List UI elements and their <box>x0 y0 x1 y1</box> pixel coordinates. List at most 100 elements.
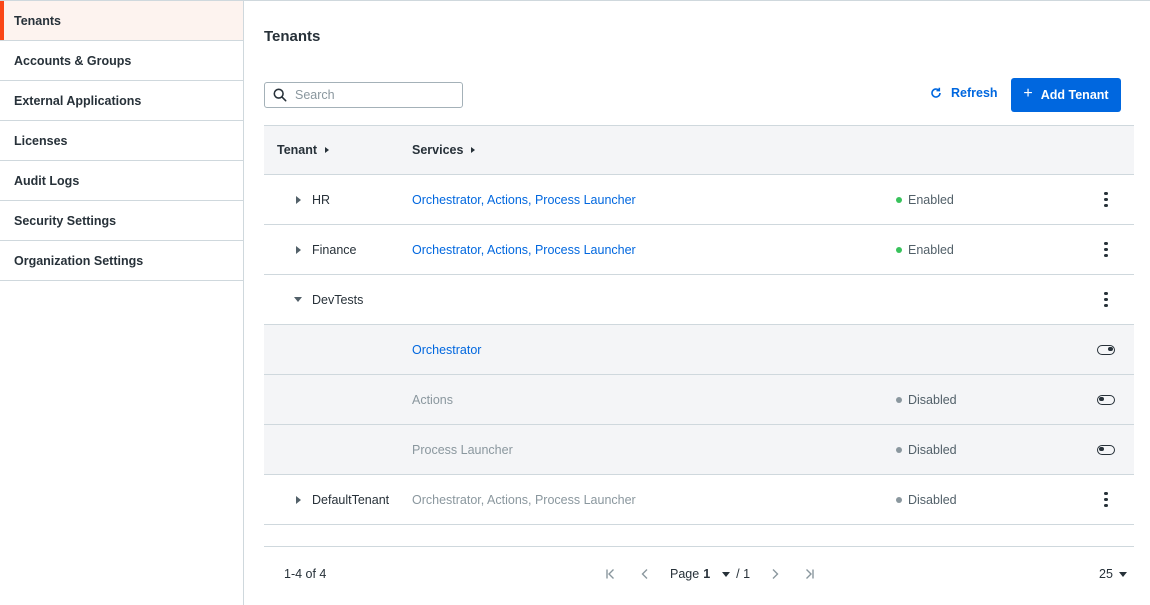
kebab-icon <box>1104 491 1108 508</box>
service-cell: Orchestrator <box>412 325 481 374</box>
table-row: Finance Orchestrator, Actions, Process L… <box>264 225 1134 275</box>
sidebar-item-organization-settings[interactable]: Organization Settings <box>0 241 243 281</box>
services-link[interactable]: Orchestrator, Actions, Process Launcher <box>412 193 636 207</box>
expand-icon[interactable] <box>292 495 304 504</box>
tenant-cell[interactable]: DefaultTenant <box>292 475 389 524</box>
chevron-down-icon <box>722 571 731 577</box>
pagination-bar: 1-4 of 4 Page 1 / 1 25 <box>264 546 1134 601</box>
add-tenant-button[interactable]: + Add Tenant <box>1011 78 1121 112</box>
refresh-icon <box>931 87 941 98</box>
result-count: 1-4 of 4 <box>284 567 327 581</box>
table-header: Tenant Services <box>264 125 1134 175</box>
services-cell: Orchestrator, Actions, Process Launcher <box>412 175 636 224</box>
service-subrow: Actions Disabled <box>264 375 1134 425</box>
sidebar-item-external-applications[interactable]: External Applications <box>0 81 243 121</box>
page-label: Page <box>670 567 700 581</box>
service-link[interactable]: Orchestrator <box>412 343 481 357</box>
table-row: DefaultTenant Orchestrator, Actions, Pro… <box>264 475 1134 525</box>
tenant-name: DevTests <box>312 292 364 307</box>
kebab-icon <box>1104 291 1108 308</box>
table-row: HR Orchestrator, Actions, Process Launch… <box>264 175 1134 225</box>
page-select[interactable] <box>722 571 731 577</box>
service-name: Process Launcher <box>412 442 513 457</box>
page-size-select[interactable]: 25 <box>1099 567 1127 581</box>
sidebar-item-security-settings[interactable]: Security Settings <box>0 201 243 241</box>
page-title: Tenants <box>264 28 321 45</box>
sidebar-item-audit-logs[interactable]: Audit Logs <box>0 161 243 201</box>
column-header-services[interactable]: Services <box>412 143 476 157</box>
status-cell: Enabled <box>896 225 954 274</box>
last-page-icon <box>806 569 814 579</box>
table-row: DevTests <box>264 275 1134 325</box>
expand-icon[interactable] <box>292 245 304 254</box>
next-page-button[interactable] <box>766 565 784 583</box>
status-label: Enabled <box>908 242 954 257</box>
main-content: Tenants Refresh + Add Tenant Tenant Serv… <box>244 0 1150 605</box>
sidebar-item-tenants[interactable]: Tenants <box>0 1 243 41</box>
tenant-cell[interactable]: HR <box>292 175 330 224</box>
sort-caret-icon <box>325 147 330 153</box>
more-options-button[interactable] <box>1092 175 1120 224</box>
sort-caret-icon <box>471 147 476 153</box>
first-page-icon <box>606 569 614 579</box>
more-options-button[interactable] <box>1092 225 1120 274</box>
service-name: Actions <box>412 392 453 407</box>
chevron-left-icon <box>641 569 648 579</box>
kebab-icon <box>1104 191 1108 208</box>
tenants-table: Tenant Services HR Orchestrator, Actions… <box>264 125 1134 525</box>
page-indicator: Page 1 <box>670 567 710 581</box>
tenant-name: Finance <box>312 242 357 257</box>
chevron-right-icon <box>772 569 779 579</box>
add-tenant-label: Add Tenant <box>1040 88 1109 102</box>
tenant-name: DefaultTenant <box>312 492 390 507</box>
column-header-tenant[interactable]: Tenant <box>277 143 330 157</box>
search-box[interactable] <box>264 82 463 108</box>
status-dot-icon <box>896 446 902 453</box>
status-dot-icon <box>896 246 902 253</box>
status-cell: Disabled <box>896 375 957 424</box>
status-label: Enabled <box>908 192 954 207</box>
status-dot-icon <box>896 196 902 203</box>
page-value: 1 <box>703 567 711 581</box>
tenant-cell[interactable]: DevTests <box>292 275 363 324</box>
status-cell: Disabled <box>896 475 957 524</box>
kebab-icon <box>1104 241 1108 258</box>
previous-page-button[interactable] <box>636 565 654 583</box>
expand-icon[interactable] <box>292 195 304 204</box>
more-options-button[interactable] <box>1092 475 1120 524</box>
refresh-label: Refresh <box>951 86 998 100</box>
toggle-off-icon <box>1097 444 1115 455</box>
status-label: Disabled <box>908 392 957 407</box>
sidebar-item-licenses[interactable]: Licenses <box>0 121 243 161</box>
sidebar: Tenants Accounts & Groups External Appli… <box>0 0 244 605</box>
services-text: Orchestrator, Actions, Process Launcher <box>412 492 636 507</box>
service-toggle[interactable] <box>1092 375 1120 424</box>
tenant-cell[interactable]: Finance <box>292 225 356 274</box>
column-header-label: Tenant <box>277 143 318 157</box>
service-toggle[interactable] <box>1092 425 1120 474</box>
status-dot-icon <box>896 496 902 503</box>
status-label: Disabled <box>908 442 957 457</box>
services-cell: Orchestrator, Actions, Process Launcher <box>412 475 636 524</box>
chevron-down-icon <box>1118 571 1127 577</box>
search-input[interactable] <box>295 88 445 102</box>
collapse-icon[interactable] <box>292 297 304 302</box>
sidebar-item-accounts-groups[interactable]: Accounts & Groups <box>0 41 243 81</box>
service-cell: Process Launcher <box>412 425 513 474</box>
service-subrow: Process Launcher Disabled <box>264 425 1134 475</box>
more-options-button[interactable] <box>1092 275 1120 324</box>
services-link[interactable]: Orchestrator, Actions, Process Launcher <box>412 243 636 257</box>
plus-icon: + <box>1023 85 1033 102</box>
status-cell: Disabled <box>896 425 957 474</box>
toggle-on-icon <box>1097 344 1115 355</box>
status-label: Disabled <box>908 492 957 507</box>
tenant-name: HR <box>312 192 331 207</box>
search-icon <box>273 88 287 102</box>
last-page-button[interactable] <box>800 565 818 583</box>
column-header-label: Services <box>412 143 464 157</box>
status-cell: Enabled <box>896 175 954 224</box>
service-toggle[interactable] <box>1092 325 1120 374</box>
first-page-button[interactable] <box>602 565 620 583</box>
refresh-button[interactable]: Refresh <box>930 86 998 100</box>
toggle-off-icon <box>1097 394 1115 405</box>
